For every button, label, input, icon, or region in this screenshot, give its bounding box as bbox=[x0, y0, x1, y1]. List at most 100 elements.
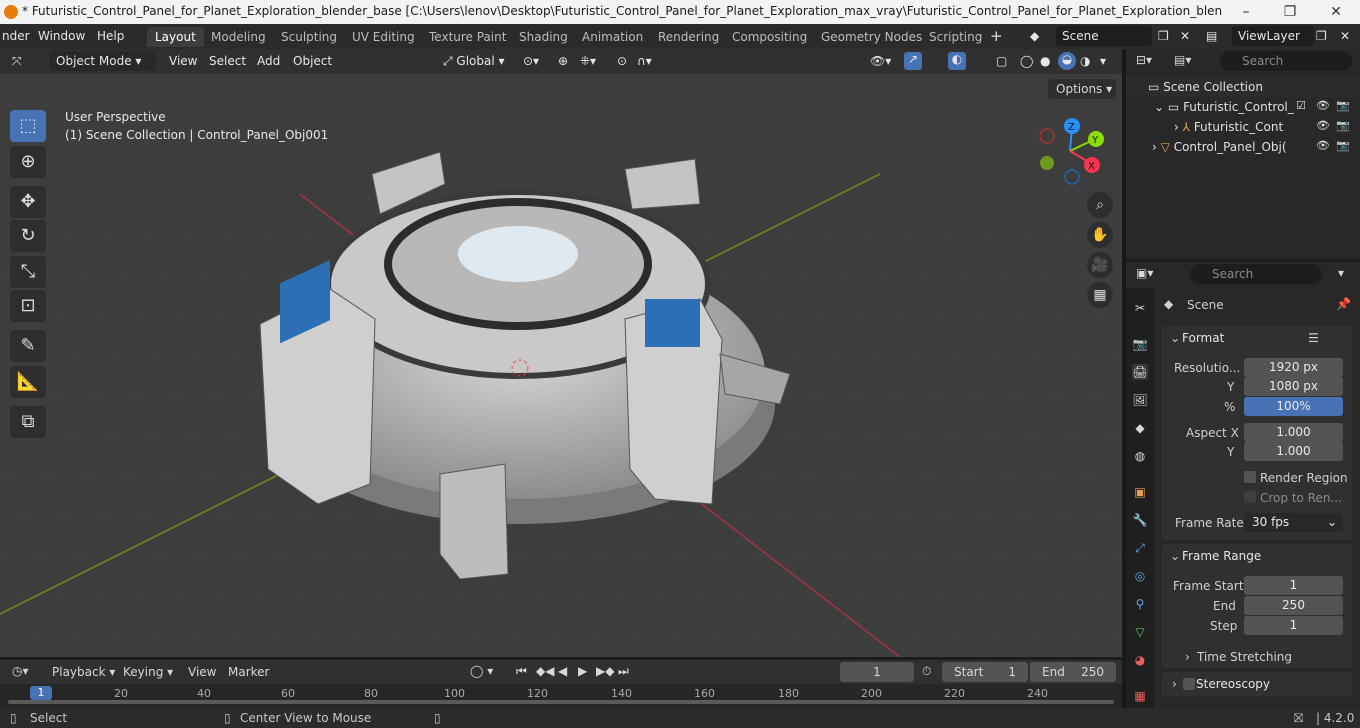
pivot-icon[interactable]: ⊙▾ bbox=[523, 54, 539, 68]
navigation-gizmo[interactable]: Z Y X bbox=[1030, 114, 1110, 189]
modifier-tab-icon[interactable]: 🔧 bbox=[1132, 512, 1148, 528]
exclude-checkbox-icon[interactable]: ☑ bbox=[1296, 99, 1306, 112]
tab-modeling[interactable]: Modeling bbox=[203, 27, 274, 47]
tab-sculpting[interactable]: Sculpting bbox=[273, 27, 345, 47]
visibility-icon[interactable]: 👁▾ bbox=[870, 54, 891, 68]
falloff-icon[interactable]: ∩▾ bbox=[637, 54, 652, 68]
texture-tab-icon[interactable]: ▦ bbox=[1132, 688, 1148, 704]
outliner-search-field[interactable]: Search bbox=[1220, 51, 1352, 71]
menu-keying[interactable]: Keying ▾ bbox=[123, 665, 173, 679]
prev-keyframe-icon[interactable]: ◆◀ bbox=[536, 664, 554, 678]
delete-view-layer-icon[interactable]: ✕ bbox=[1340, 29, 1350, 43]
start-frame-field[interactable]: Start 1 bbox=[942, 662, 1028, 682]
resolution-percent-field[interactable]: 100% bbox=[1244, 397, 1343, 416]
material-tab-icon[interactable]: ◕ bbox=[1132, 652, 1148, 668]
outliner-root[interactable]: ▭ Scene Collection bbox=[1126, 77, 1360, 97]
next-keyframe-icon[interactable]: ▶◆ bbox=[596, 664, 614, 678]
jump-end-icon[interactable]: ⏭ bbox=[618, 664, 629, 679]
tool-tab-icon[interactable]: ✂ bbox=[1132, 300, 1148, 316]
tab-compositing[interactable]: Compositing bbox=[724, 27, 815, 47]
render-region-checkbox[interactable] bbox=[1244, 471, 1256, 483]
tab-uv-editing[interactable]: UV Editing bbox=[344, 27, 423, 47]
tab-shading[interactable]: Shading bbox=[511, 27, 576, 47]
camera-render-icon[interactable]: 📷 bbox=[1336, 139, 1350, 152]
new-scene-icon[interactable]: ❐ bbox=[1158, 29, 1169, 43]
frame-start-field[interactable]: 1 bbox=[1244, 576, 1343, 595]
shading-options-icon[interactable]: ▾ bbox=[1100, 54, 1106, 68]
timeline-scrubber[interactable]: 1 20 40 60 80 100 120 140 160 180 200 22… bbox=[0, 684, 1122, 708]
proportional-edit-icon[interactable]: ⊙ bbox=[617, 54, 627, 68]
playhead-indicator[interactable]: 1 bbox=[30, 686, 52, 700]
snap-icon[interactable]: ⊕ bbox=[558, 54, 568, 68]
annotate-tool-icon[interactable]: ✎ bbox=[10, 330, 46, 362]
new-view-layer-icon[interactable]: ❐ bbox=[1316, 29, 1327, 43]
eye-icon[interactable]: 👁 bbox=[1316, 99, 1330, 112]
presets-list-icon[interactable]: ☰ bbox=[1308, 331, 1319, 345]
preview-range-icon[interactable]: ⏱ bbox=[922, 664, 931, 679]
tab-rendering[interactable]: Rendering bbox=[650, 27, 727, 47]
zoom-icon[interactable]: ⌕ bbox=[1087, 192, 1113, 218]
constraints-tab-icon[interactable]: ⚲ bbox=[1132, 596, 1148, 612]
render-tab-icon[interactable]: 📷 bbox=[1132, 336, 1148, 352]
close-icon[interactable]: ✕ bbox=[1326, 2, 1346, 22]
frame-rate-dropdown[interactable]: 30 fps ⌄ bbox=[1244, 513, 1343, 532]
expand-icon[interactable]: ⌄ bbox=[1154, 100, 1164, 114]
output-tab-icon[interactable]: 🖨 bbox=[1132, 364, 1148, 380]
minimize-icon[interactable]: – bbox=[1236, 2, 1256, 22]
auto-keying-icon[interactable]: ◯ ▾ bbox=[470, 664, 493, 678]
aspect-x-field[interactable]: 1.000 bbox=[1244, 423, 1343, 442]
timeline-editor-icon[interactable]: ◷▾ bbox=[12, 664, 29, 678]
menu-marker[interactable]: Marker bbox=[228, 665, 269, 679]
rendered-shading-icon[interactable]: ◑ bbox=[1080, 54, 1090, 68]
properties-options-icon[interactable]: ▾ bbox=[1338, 266, 1344, 280]
eye-icon[interactable]: 👁 bbox=[1316, 139, 1330, 152]
rotate-tool-icon[interactable]: ↻ bbox=[10, 220, 46, 252]
time-stretching-subpanel[interactable]: Time Stretching bbox=[1197, 650, 1292, 664]
frame-range-panel-header[interactable]: Frame Range bbox=[1162, 544, 1352, 568]
view-layer-selector[interactable]: ViewLayer bbox=[1232, 26, 1314, 46]
resolution-x-field[interactable]: 1920 px bbox=[1244, 358, 1343, 377]
select-box-tool-icon[interactable]: ⬚ bbox=[10, 110, 46, 142]
properties-search-field[interactable]: Search bbox=[1190, 264, 1322, 284]
menu-select[interactable]: Select bbox=[209, 54, 246, 68]
particles-tab-icon[interactable]: ⤢ bbox=[1132, 540, 1148, 556]
frame-end-field[interactable]: 250 bbox=[1244, 596, 1343, 615]
menu-add[interactable]: Add bbox=[257, 54, 280, 68]
expand-icon[interactable]: › bbox=[1174, 120, 1179, 134]
pan-hand-icon[interactable]: ✋ bbox=[1087, 222, 1113, 248]
wireframe-shading-icon[interactable]: ◯ bbox=[1020, 54, 1033, 68]
xray-icon[interactable]: ▢ bbox=[996, 54, 1007, 68]
options-button[interactable]: Options ▾ bbox=[1048, 79, 1116, 99]
menu-object[interactable]: Object bbox=[293, 54, 332, 68]
restore-icon[interactable]: ❐ bbox=[1280, 2, 1300, 22]
scene-selector[interactable]: Scene bbox=[1056, 26, 1152, 46]
tab-geometry-nodes[interactable]: Geometry Nodes bbox=[813, 27, 930, 47]
camera-render-icon[interactable]: 📷 bbox=[1336, 99, 1350, 112]
transform-tool-icon[interactable]: ⊡ bbox=[10, 290, 46, 322]
display-mode-icon[interactable]: ▤▾ bbox=[1174, 53, 1191, 67]
scene-tab-icon[interactable]: ◆ bbox=[1132, 420, 1148, 436]
timeline-scrollbar[interactable] bbox=[8, 700, 1114, 704]
add-workspace-icon[interactable]: + bbox=[990, 27, 1003, 45]
solid-shading-icon[interactable]: ● bbox=[1040, 54, 1050, 68]
camera-render-icon[interactable]: 📷 bbox=[1336, 119, 1350, 132]
stereoscopy-checkbox[interactable] bbox=[1183, 678, 1195, 690]
delete-scene-icon[interactable]: ✕ bbox=[1180, 29, 1190, 43]
view-layer-tab-icon[interactable]: 🖼 bbox=[1132, 392, 1148, 408]
orientation-selector[interactable]: ⤢ Global ▾ bbox=[437, 51, 513, 71]
jump-start-icon[interactable]: ⏮ bbox=[516, 664, 527, 679]
editor-type-icon[interactable]: ⤧ bbox=[12, 54, 22, 69]
snap-target-icon[interactable]: ⁜▾ bbox=[580, 54, 596, 68]
3d-viewport[interactable]: User Perspective (1) Scene Collection | … bbox=[0, 74, 1122, 657]
move-tool-icon[interactable]: ✥ bbox=[10, 186, 46, 218]
scale-tool-icon[interactable]: ⤡ bbox=[10, 256, 46, 288]
eye-icon[interactable]: 👁 bbox=[1316, 119, 1330, 132]
expand-icon[interactable]: › bbox=[1152, 140, 1157, 154]
outliner-editor-icon[interactable]: ⊟▾ bbox=[1136, 53, 1152, 67]
resolution-y-field[interactable]: 1080 px bbox=[1244, 377, 1343, 396]
menu-timeline-view[interactable]: View bbox=[188, 665, 216, 679]
menu-view[interactable]: View bbox=[169, 54, 197, 68]
tab-scripting[interactable]: Scripting bbox=[921, 27, 990, 47]
camera-view-icon[interactable]: 🎥 bbox=[1087, 252, 1113, 278]
ortho-grid-icon[interactable]: ▦ bbox=[1087, 282, 1113, 308]
